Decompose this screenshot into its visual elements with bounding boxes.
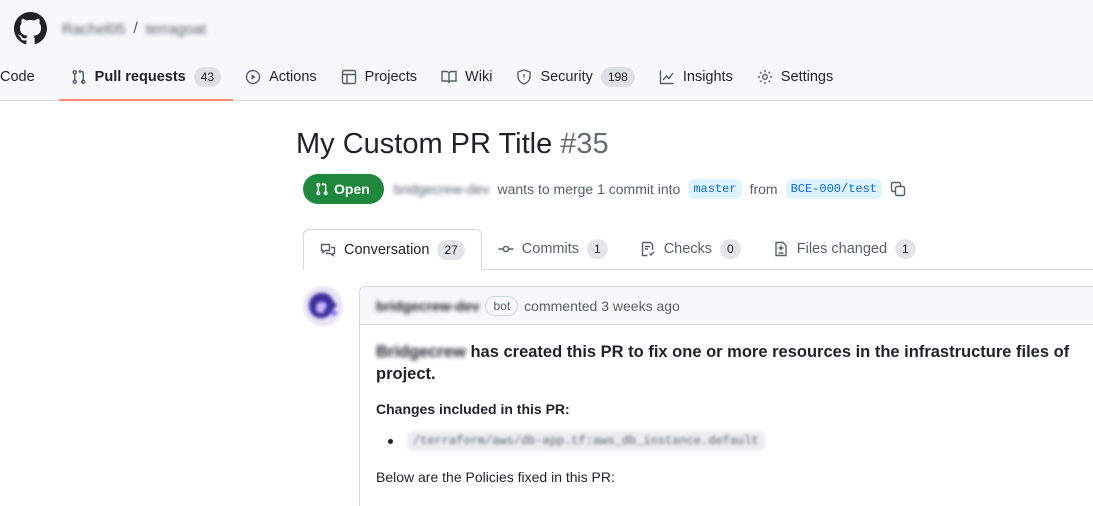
comment-lead: Bridgecrew has created this PR to fix on…	[376, 341, 1093, 385]
breadcrumb-separator: /	[133, 20, 138, 37]
tab-label: Files changed	[796, 241, 888, 257]
book-icon	[441, 69, 457, 85]
repo-header: Rachel05 / terragoat Code Pull requests …	[0, 0, 1093, 101]
repo-owner-link[interactable]: Rachel05	[62, 21, 125, 38]
list-item: /terraform/aws/db-app.tf:aws_db_instance…	[388, 431, 1082, 451]
pr-state-row: Open bridgecrew-dev wants to merge 1 com…	[303, 174, 906, 204]
security-counter: 198	[600, 67, 635, 87]
nav-tab-label: Insights	[682, 69, 733, 85]
play-icon	[245, 69, 261, 85]
policies-line: Below are the Policies fixed in this PR:	[376, 469, 615, 485]
tab-label: Conversation	[344, 241, 430, 258]
avatar[interactable]	[303, 286, 343, 326]
copy-icon[interactable]	[890, 181, 906, 197]
graph-icon	[659, 69, 675, 85]
nav-tab-label: Security	[540, 69, 593, 85]
nav-tab-projects[interactable]: Projects	[329, 62, 429, 92]
bot-badge: bot	[485, 295, 519, 316]
nav-tab-actions[interactable]: Actions	[233, 62, 329, 92]
from-text: from	[749, 181, 778, 197]
repo-nav: Code Pull requests 43 Actions Projects W…	[0, 62, 845, 101]
nav-tab-code[interactable]: Code	[0, 62, 47, 92]
nav-tab-label: Pull requests	[94, 69, 186, 85]
head-branch[interactable]: BCE-000/test	[785, 179, 882, 199]
nav-tab-pull-requests[interactable]: Pull requests 43	[58, 62, 234, 101]
pr-author-link[interactable]: bridgecrew-dev	[394, 181, 490, 197]
git-pull-request-icon	[315, 182, 329, 196]
nav-tab-label: Code	[0, 69, 35, 85]
pr-title: My Custom PR Title #35	[296, 128, 609, 161]
comment-author-link[interactable]: bridgecrew-dev	[376, 298, 479, 314]
comment-discussion-icon	[320, 242, 336, 258]
repo-name-link[interactable]: terragoat	[146, 21, 206, 38]
lead-text: has created this PR to fix one or more r…	[465, 343, 1070, 361]
table-icon	[341, 69, 357, 85]
tab-label: Checks	[663, 241, 713, 257]
git-pull-request-icon	[71, 69, 87, 85]
pr-description-comment: bridgecrew-dev bot commented 3 weeks ago…	[359, 286, 1093, 506]
checks-counter: 0	[720, 239, 741, 259]
gear-icon	[757, 69, 773, 85]
pr-state-label: Open	[334, 181, 370, 197]
tab-label: Commits	[521, 241, 579, 257]
nav-tab-settings[interactable]: Settings	[745, 62, 845, 92]
breadcrumb: Rachel05 / terragoat	[62, 20, 206, 38]
changes-heading: Changes included in this PR:	[376, 401, 570, 417]
git-commit-icon	[498, 241, 514, 257]
shield-icon	[516, 69, 532, 85]
nav-tab-label: Actions	[269, 69, 317, 85]
comment-meta: commented 3 weeks ago	[524, 297, 680, 314]
tab-commits[interactable]: Commits 1	[482, 229, 624, 269]
nav-tab-insights[interactable]: Insights	[647, 62, 745, 92]
pull-requests-counter: 43	[193, 67, 222, 87]
nav-tab-label: Wiki	[465, 69, 493, 85]
files-changed-counter: 1	[895, 239, 916, 259]
tab-files-changed[interactable]: Files changed 1	[757, 229, 932, 269]
bullet-dot	[388, 438, 393, 444]
comment-body: Bridgecrew has created this PR to fix on…	[360, 325, 1093, 485]
brand-name: Bridgecrew	[376, 343, 466, 361]
nav-tab-security[interactable]: Security 198	[504, 62, 646, 92]
merge-text: wants to merge 1 commit into	[497, 181, 681, 197]
pr-state-badge: Open	[303, 174, 384, 204]
tab-checks[interactable]: Checks 0	[624, 229, 757, 269]
nav-tab-wiki[interactable]: Wiki	[429, 62, 504, 92]
conversation-counter: 27	[437, 239, 465, 260]
file-diff-icon	[773, 241, 789, 257]
checklist-icon	[640, 241, 656, 257]
pr-tabs: Conversation 27 Commits 1 Checks 0 Files…	[303, 229, 1093, 270]
nav-tab-label: Settings	[780, 69, 834, 85]
change-item-code: /terraform/aws/db-app.tf:aws_db_instance…	[407, 431, 765, 451]
github-logo-icon[interactable]	[14, 12, 47, 45]
comment-header: bridgecrew-dev bot commented 3 weeks ago	[360, 287, 1093, 325]
base-branch[interactable]: master	[688, 179, 742, 199]
pr-number: #35	[560, 128, 609, 160]
nav-tab-label: Projects	[364, 69, 418, 85]
tab-conversation[interactable]: Conversation 27	[303, 229, 482, 270]
pr-title-text: My Custom PR Title	[296, 128, 553, 160]
lead-text-2: project.	[376, 365, 436, 383]
commits-counter: 1	[587, 239, 608, 259]
